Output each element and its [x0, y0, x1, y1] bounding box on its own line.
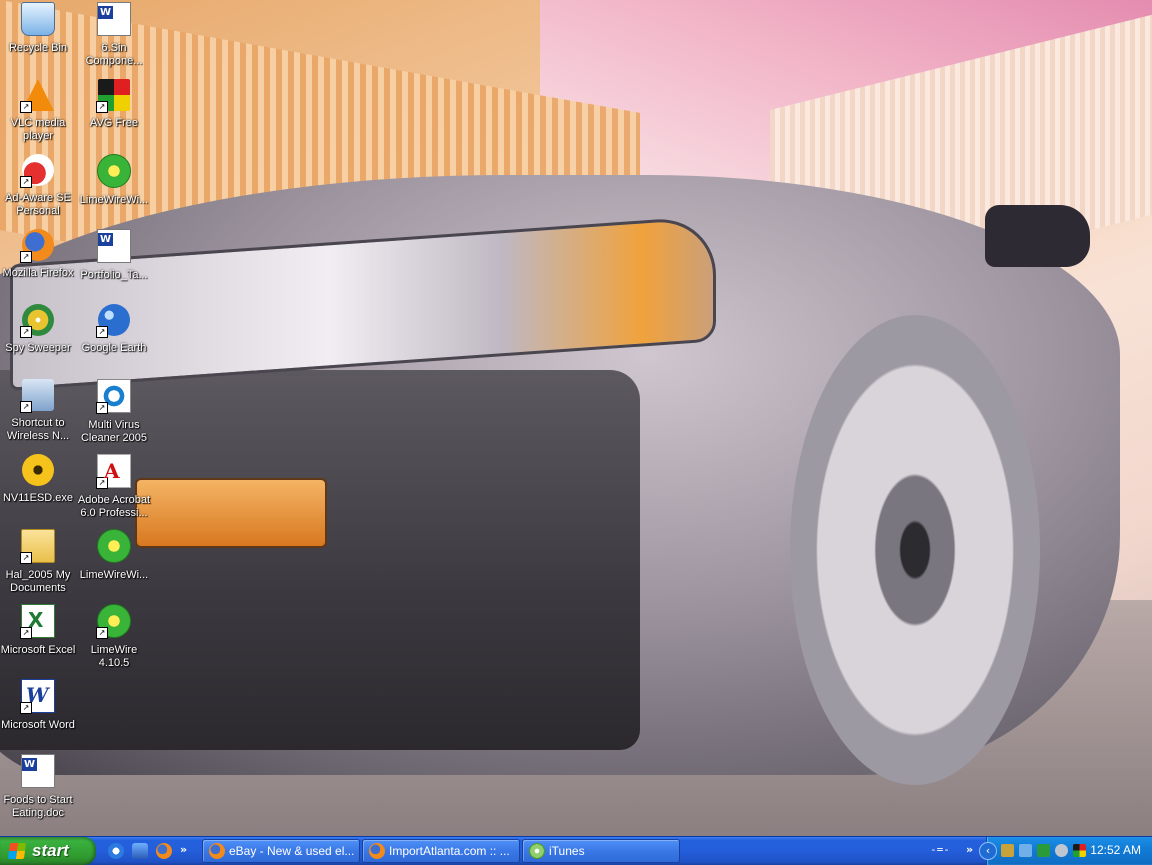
- desktop-icon-label: 6.Sin Compone...: [85, 42, 143, 67]
- word-document-icon: [21, 754, 55, 788]
- desktop-icon-label: AVG Free: [89, 117, 139, 129]
- recycle-bin-icon: [21, 2, 55, 36]
- green-status-tray-icon[interactable]: [1037, 844, 1050, 857]
- security-tray-icon[interactable]: [1001, 844, 1014, 857]
- desktop-icon-limewire-2[interactable]: LimeWireWi...: [76, 529, 152, 582]
- quick-launch-more-button[interactable]: »: [180, 843, 187, 856]
- desktop-icon-label: Shortcut to Wireless N...: [6, 417, 70, 442]
- desktop-icon-hal-documents[interactable]: ↗ Hal_2005 My Documents: [0, 529, 76, 595]
- desktop-icon-limewire-4105[interactable]: ↗ LimeWire 4.10.5: [76, 604, 152, 670]
- desktop-icon-sin-components[interactable]: 6.Sin Compone...: [76, 2, 152, 68]
- desktop-icon-label: Microsoft Word: [1, 719, 75, 731]
- desktop-icon-label: Ad-Aware SE Personal: [5, 192, 71, 217]
- desktop-icon-label: Spy Sweeper: [5, 342, 71, 354]
- start-button[interactable]: start: [0, 837, 96, 865]
- firefox-icon: [369, 843, 385, 859]
- vlc-cone-icon: ↗: [20, 79, 54, 113]
- desktop-icon-wireless-shortcut[interactable]: ↗ Shortcut to Wireless N...: [0, 379, 76, 443]
- firefox-icon: ↗: [20, 229, 54, 263]
- google-earth-icon: ↗: [96, 304, 130, 338]
- taskbar-window-title: iTunes: [549, 844, 585, 858]
- desktop-icon-google-earth[interactable]: ↗ Google Earth: [76, 304, 152, 355]
- desktop-icon-vlc[interactable]: ↗ VLC media player: [0, 79, 76, 143]
- desktop-icon-label: Microsoft Excel: [0, 644, 76, 656]
- ad-aware-icon: ↗: [20, 154, 54, 188]
- desktop-wallpaper: [0, 0, 1152, 836]
- taskbar-window-importatlanta[interactable]: ImportAtlanta.com :: ...: [362, 839, 520, 863]
- windows-flag-icon: [7, 843, 27, 859]
- toolbar-more-button[interactable]: »: [966, 843, 973, 856]
- desktop-icon-label: Recycle Bin: [8, 42, 68, 54]
- start-label: start: [32, 841, 69, 860]
- desktop-icon-multi-virus-cleaner[interactable]: ↗ Multi Virus Cleaner 2005: [76, 379, 152, 445]
- taskbar: start » eBay - New & used el... ImportAt…: [0, 836, 1152, 865]
- desktop-icon-ad-aware[interactable]: ↗ Ad-Aware SE Personal: [0, 154, 76, 218]
- avg-icon: ↗: [96, 79, 130, 113]
- desktop-icon-spy-sweeper[interactable]: ↗ Spy Sweeper: [0, 304, 76, 355]
- word-icon: ↗: [20, 679, 55, 714]
- messenger-icon[interactable]: [132, 843, 148, 859]
- desktop-icon-label: Foods to Start Eating.doc: [3, 794, 73, 819]
- system-tray: ‹ 12:52 AM: [979, 837, 1152, 865]
- desktop-icon-label: Google Earth: [81, 342, 147, 354]
- spy-sweeper-icon: ↗: [20, 304, 54, 338]
- desktop-icon-label: Adobe Acrobat 6.0 Professi...: [77, 494, 151, 519]
- desktop-icon-word[interactable]: ↗ Microsoft Word: [0, 679, 76, 732]
- desktop-icon-portfolio[interactable]: Portfolio_Ta...: [76, 229, 152, 282]
- desktop-icon-avg-free[interactable]: ↗ AVG Free: [76, 79, 152, 130]
- word-document-icon: [97, 2, 131, 36]
- limewire-icon: [97, 529, 131, 563]
- stethoscope-icon: [22, 454, 54, 486]
- desktop-icon-label: Hal_2005 My Documents: [5, 569, 71, 594]
- desktop-icon-label: VLC media player: [10, 117, 66, 142]
- desktop-icon-label: NV11ESD.exe: [2, 492, 74, 504]
- taskbar-window-itunes[interactable]: iTunes: [522, 839, 680, 863]
- firefox-icon[interactable]: [156, 843, 172, 859]
- itunes-icon: [529, 843, 545, 859]
- show-hidden-icons-chevron-icon[interactable]: ‹: [979, 842, 997, 860]
- desktop-icon-excel[interactable]: ↗ Microsoft Excel: [0, 604, 76, 657]
- limewire-icon: ↗: [96, 604, 131, 639]
- desktop-icon-adobe-acrobat[interactable]: ↗ Adobe Acrobat 6.0 Professi...: [76, 454, 152, 520]
- desktop-icon-label: Multi Virus Cleaner 2005: [80, 419, 148, 444]
- toolbar-marker[interactable]: -=-: [930, 843, 950, 856]
- taskbar-window-title: eBay - New & used el...: [229, 844, 355, 858]
- desktop-icon-limewire-1[interactable]: LimeWireWi...: [76, 154, 152, 207]
- sync-folder-icon: ↗: [20, 529, 55, 564]
- adobe-acrobat-icon: ↗: [96, 454, 131, 489]
- desktop-icon-label: Mozilla Firefox: [2, 267, 74, 279]
- desktop-icon-label: LimeWireWi...: [79, 194, 149, 206]
- desktop-icon-label: LimeWire 4.10.5: [90, 644, 138, 669]
- desktop-icon-label: LimeWireWi...: [79, 569, 149, 581]
- network-tray-icon[interactable]: [1019, 844, 1032, 857]
- desktop-icon-recycle-bin[interactable]: Recycle Bin: [0, 2, 76, 55]
- wireless-network-icon: ↗: [20, 379, 54, 413]
- internet-explorer-icon[interactable]: [108, 843, 124, 859]
- avg-tray-icon[interactable]: [1073, 844, 1086, 857]
- desktop-icon-firefox[interactable]: ↗ Mozilla Firefox: [0, 229, 76, 280]
- desktop-icons: Recycle Bin 6.Sin Compone... ↗ VLC media…: [0, 0, 160, 830]
- multi-virus-cleaner-icon: ↗: [96, 379, 131, 414]
- clock[interactable]: 12:52 AM: [1090, 843, 1141, 857]
- wallpaper-car-wheel: [790, 315, 1040, 785]
- excel-icon: ↗: [20, 604, 55, 639]
- wallpaper-car-foglight: [135, 478, 327, 548]
- word-document-icon: [97, 229, 131, 263]
- desktop-icon-label: Portfolio_Ta...: [80, 269, 148, 281]
- wallpaper-car-mirror: [985, 205, 1090, 267]
- taskbar-window-ebay[interactable]: eBay - New & used el...: [202, 839, 360, 863]
- desktop-icon-nv11esd[interactable]: NV11ESD.exe: [0, 454, 76, 505]
- limewire-icon: [97, 154, 131, 188]
- taskbar-window-title: ImportAtlanta.com :: ...: [389, 844, 510, 858]
- update-tray-icon[interactable]: [1055, 844, 1068, 857]
- desktop-icon-foods-doc[interactable]: Foods to Start Eating.doc: [0, 754, 76, 820]
- firefox-icon: [209, 843, 225, 859]
